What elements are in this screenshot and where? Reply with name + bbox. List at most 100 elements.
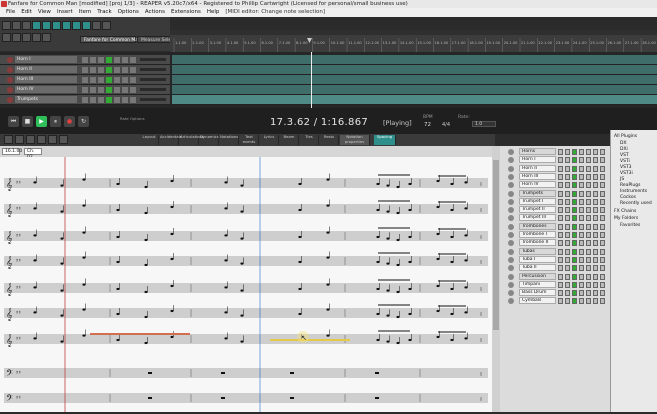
note-head[interactable]	[450, 287, 454, 291]
selected-note-bar[interactable]	[90, 333, 190, 335]
track-list-row[interactable]: Tubas	[500, 247, 610, 256]
highlighted-note-bar[interactable]	[270, 339, 350, 341]
expand-icon[interactable]	[508, 157, 514, 164]
env-icon[interactable]	[114, 57, 120, 63]
monitor-icon[interactable]	[572, 215, 577, 222]
eye-icon[interactable]	[579, 215, 584, 222]
rec-icon[interactable]	[586, 290, 591, 297]
track-list-row[interactable]: Tuba I	[500, 255, 610, 264]
track-name[interactable]: Horn III	[15, 76, 77, 83]
note-head[interactable]	[376, 235, 380, 239]
note-head[interactable]	[33, 181, 37, 184]
note-head[interactable]	[82, 178, 86, 181]
note-head[interactable]	[170, 257, 174, 261]
routing-icon[interactable]	[42, 33, 51, 42]
mute-icon[interactable]	[593, 248, 598, 255]
notation-btn-9[interactable]: Rests	[320, 134, 339, 145]
note-head[interactable]	[464, 181, 468, 184]
note-head[interactable]	[408, 338, 412, 342]
plugin-category[interactable]: VSTi	[620, 159, 630, 164]
rec-icon[interactable]	[586, 265, 591, 272]
note-head[interactable]	[464, 337, 468, 340]
rec-icon[interactable]	[586, 248, 591, 255]
note-head[interactable]	[298, 208, 302, 212]
rec-icon[interactable]	[586, 298, 591, 305]
mute-icon[interactable]	[593, 223, 598, 230]
snap-icon[interactable]	[92, 21, 101, 30]
expand-icon[interactable]	[508, 173, 514, 180]
mute-icon[interactable]	[90, 97, 96, 103]
rec-icon[interactable]	[586, 232, 591, 238]
expand-icon[interactable]	[508, 190, 514, 197]
solo-icon[interactable]	[600, 281, 605, 288]
note-head[interactable]	[240, 237, 244, 240]
stop-icon[interactable]: ■	[22, 116, 33, 127]
note-head[interactable]	[33, 207, 37, 210]
input-icon[interactable]	[565, 290, 570, 297]
note-head[interactable]	[436, 335, 440, 339]
expand-icon[interactable]	[508, 298, 514, 305]
fx-icon[interactable]	[82, 67, 88, 73]
mute-icon[interactable]	[593, 173, 598, 180]
midi-item[interactable]	[172, 55, 657, 65]
notation-properties-button[interactable]: Notation properties	[340, 134, 370, 145]
volume-icon[interactable]	[130, 67, 136, 73]
track-list-row[interactable]: Trumpets	[500, 189, 610, 198]
mute-icon[interactable]	[593, 265, 598, 272]
note-head[interactable]	[82, 256, 86, 259]
eye-icon[interactable]	[579, 265, 584, 272]
note-head[interactable]	[60, 289, 64, 292]
note-head[interactable]	[82, 334, 86, 337]
note-head[interactable]	[116, 260, 120, 264]
track-name[interactable]: Horn I	[15, 56, 77, 63]
menu-view[interactable]: View	[38, 9, 51, 15]
note-head[interactable]	[396, 263, 400, 267]
note-head[interactable]	[396, 185, 400, 189]
rec-icon[interactable]	[586, 190, 591, 197]
solo-icon[interactable]	[600, 232, 605, 238]
arm-icon[interactable]	[558, 182, 563, 189]
input-icon[interactable]	[565, 173, 570, 180]
monitor-icon[interactable]	[572, 223, 577, 230]
lock-icon[interactable]	[102, 21, 111, 30]
io-icon[interactable]	[106, 57, 112, 63]
monitor-icon[interactable]	[572, 240, 577, 247]
note-head[interactable]	[298, 182, 302, 186]
plugin-category[interactable]: VST	[620, 153, 629, 158]
mute-icon[interactable]	[593, 232, 598, 238]
mute-icon[interactable]	[593, 190, 598, 197]
eye-icon[interactable]	[579, 157, 584, 164]
solo-icon[interactable]	[600, 273, 605, 280]
track-list-row[interactable]: Trumpet II	[500, 206, 610, 214]
rec-icon[interactable]	[586, 149, 591, 155]
menu-actions[interactable]: Actions	[145, 9, 165, 15]
menu-insert[interactable]: Insert	[57, 9, 73, 15]
track-manager-icon[interactable]	[12, 33, 21, 42]
note-head[interactable]	[33, 259, 37, 262]
eye-icon[interactable]	[579, 256, 584, 263]
repeat-icon[interactable]: ↻	[78, 116, 89, 127]
notation-btn-0[interactable]: Layout	[140, 134, 159, 145]
open-project-icon[interactable]	[12, 21, 21, 30]
note-head[interactable]	[170, 232, 174, 236]
note-head[interactable]	[144, 238, 148, 242]
settings-icon[interactable]	[32, 21, 41, 30]
metronome-icon[interactable]	[62, 21, 71, 30]
notation-btn-3[interactable]: Dynamics	[200, 134, 219, 145]
plugin-category[interactable]: JS	[620, 177, 624, 182]
notation-btn-8[interactable]: Ties	[300, 134, 319, 145]
pause-icon[interactable]: ⏸	[50, 116, 61, 127]
note-head[interactable]	[144, 185, 148, 189]
solo-icon[interactable]	[600, 157, 605, 164]
note-head[interactable]	[298, 235, 302, 239]
menu-help[interactable]: Help	[207, 9, 220, 15]
note-head[interactable]	[33, 286, 37, 289]
arm-icon[interactable]	[558, 207, 563, 214]
note-head[interactable]	[408, 260, 412, 264]
note-head[interactable]	[376, 312, 380, 316]
plugin-category[interactable]: Instruments	[620, 189, 647, 194]
volume-icon[interactable]	[130, 77, 136, 83]
mute-icon[interactable]	[593, 256, 598, 263]
notation-btn-2[interactable]: Articulations	[180, 134, 204, 145]
note-head[interactable]	[82, 283, 86, 286]
